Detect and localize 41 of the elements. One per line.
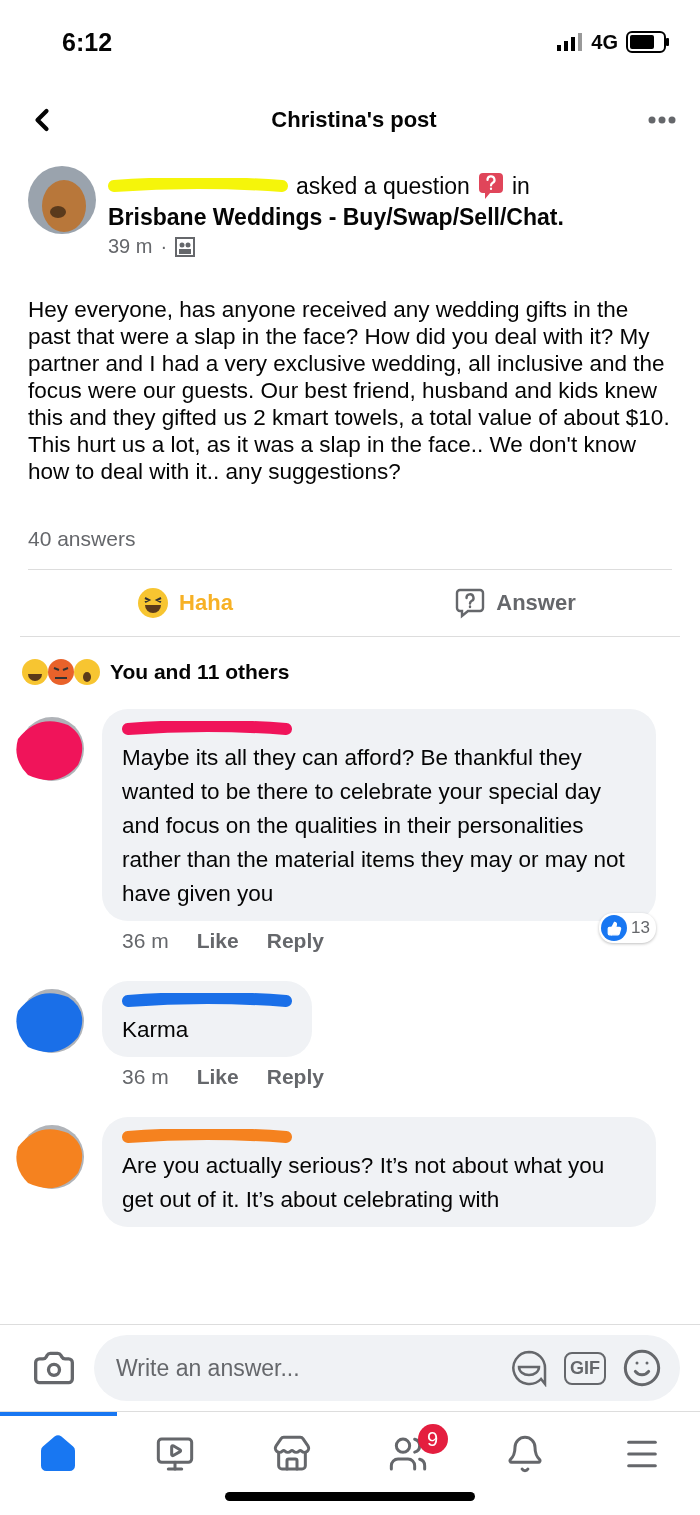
comment-text: Karma — [122, 1016, 190, 1044]
comment-time: 36 m — [122, 929, 169, 953]
battery-icon — [626, 31, 670, 53]
more-button[interactable] — [648, 116, 676, 124]
comment-text: Are you actually serious? It’s not about what you get out of it. It’s about celebrating with — [122, 1152, 606, 1214]
reply-link[interactable]: Reply — [266, 929, 324, 953]
post-action-text: asked a question — [296, 172, 470, 200]
answer-field[interactable]: Write an answer... GIF — [94, 1335, 680, 1401]
post-body: Hey everyone, has anyone received any wedding gifts in the past that were a slap in the face? How did you deal with it? My partner and I had a very exclusive wedding, all inclusive and the focus were our guests. Our best friend, husband and kids knew this and they gifted us 2 kmart towels, a total value of about $10. This hurt us a lot, as it was a slap in the face.. We don't know how to deal with it.. any suggestions? — [28, 296, 671, 485]
comment-text: Maybe its all they can afford? Be thankful they wanted to be there to celebrate your special day and focus on the qualities in their personalities rather than the material items they may or may not have given you — [122, 744, 626, 908]
more-icon — [648, 116, 676, 124]
sticker-icon[interactable] — [510, 1349, 548, 1387]
reply-link[interactable]: Reply — [266, 1065, 324, 1089]
reactions-summary[interactable]: You and 11 others — [110, 660, 290, 684]
answers-count[interactable]: 40 answers — [28, 527, 672, 570]
reaction-faces-icon — [20, 657, 102, 687]
emoji-icon[interactable] — [622, 1348, 662, 1388]
page-title: Christina's post — [271, 107, 437, 133]
notification-badge: 9 — [417, 1424, 448, 1454]
avatar[interactable] — [28, 166, 96, 234]
post-time: 39 m — [108, 235, 153, 258]
group-link[interactable]: Brisbane Weddings - Buy/Swap/Sell/Chat. — [108, 204, 564, 231]
group-privacy-icon — [175, 236, 196, 257]
separator-dot: · — [160, 235, 168, 258]
question-icon — [477, 172, 504, 200]
like-count-badge[interactable]: 13 — [599, 913, 656, 943]
like-link[interactable]: Like — [196, 1065, 239, 1089]
status-time: 6:12 — [62, 27, 113, 57]
gif-button[interactable]: GIF — [564, 1351, 606, 1385]
laughing-face-icon — [137, 587, 170, 619]
answer-button[interactable]: Answer — [350, 570, 680, 636]
nav-tab[interactable]: 9 — [350, 1412, 467, 1492]
like-count: 13 — [631, 918, 650, 938]
thumbs-up-icon — [601, 915, 628, 941]
like-link[interactable]: Like — [196, 929, 239, 953]
network-label: 4G — [591, 30, 618, 54]
in-text: in — [511, 172, 530, 200]
signal-icon — [557, 33, 584, 51]
question-bubble-icon — [454, 587, 487, 619]
comment-time: 36 m — [122, 1065, 169, 1089]
store-icon — [271, 1434, 312, 1474]
